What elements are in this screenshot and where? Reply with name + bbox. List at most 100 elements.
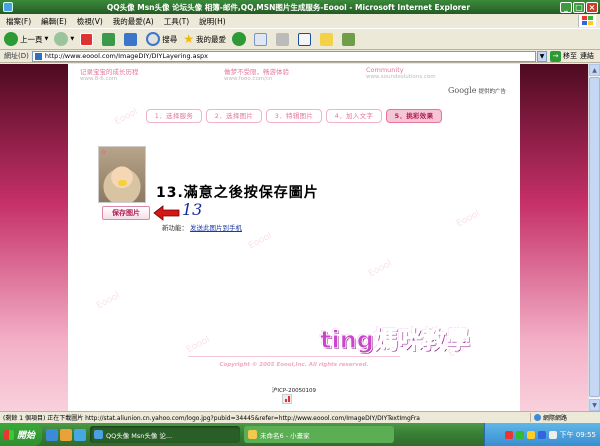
browser-viewport: 记录宝宝的成长历程 www.8-6.com 做梦不受限，畅游体验 www.foo… (0, 64, 588, 411)
forward-button[interactable]: ▼ (54, 32, 74, 46)
search-button[interactable]: 搜尋 (146, 32, 177, 46)
top-ad-link[interactable]: Community www.soundsolutions.com (366, 66, 436, 80)
scroll-thumb[interactable] (589, 77, 600, 397)
right-background (520, 64, 588, 411)
favorites-button[interactable]: ★ 我的最愛 (183, 32, 226, 46)
maximize-button[interactable]: □ (573, 1, 585, 13)
close-button[interactable]: × (586, 1, 598, 13)
go-button[interactable]: → 移至 (550, 50, 577, 62)
menu-file[interactable]: 檔案(F) (6, 16, 31, 27)
start-label: 開始 (17, 431, 36, 441)
print-button[interactable] (275, 32, 292, 46)
paint-icon (248, 430, 257, 439)
menu-help[interactable]: 說明(H) (199, 16, 226, 27)
top-ad-link[interactable]: 记录宝宝的成长历程 www.8-6.com (80, 66, 139, 82)
messenger-icon (341, 32, 355, 46)
address-dropdown[interactable]: ▼ (537, 50, 547, 62)
save-image-button[interactable]: 保存图片 (102, 206, 150, 220)
search-icon (146, 32, 161, 46)
watermark: Eoool (367, 258, 394, 280)
status-text: (剩餘 1 個項目) 正在下載圖片 http://stat.aliunion.c… (3, 415, 420, 422)
step-tabs: 1．选择服务 2．选择图片 3．特辑图片 4．加入文字 5．挑彩效果 (146, 109, 442, 123)
ad-url: www.fooo.com/cn (224, 76, 273, 82)
scroll-up-button[interactable]: ▲ (589, 64, 600, 76)
ie-quicklaunch-icon[interactable] (46, 428, 58, 441)
back-arrow-icon (4, 32, 18, 46)
home-button[interactable] (124, 32, 140, 46)
start-button[interactable]: 開始 (0, 423, 42, 446)
top-ad-link[interactable]: 做梦不受限，畅游体验 www.fooo.com/cn (224, 66, 289, 82)
stop-button[interactable] (80, 32, 96, 46)
window-controls: _ □ × (560, 1, 598, 13)
stats-counter-icon[interactable] (282, 394, 292, 404)
vertical-scrollbar[interactable]: ▲ ▼ (588, 64, 600, 411)
clock[interactable]: 下午 09:55 (560, 430, 596, 440)
volume-icon[interactable] (548, 430, 557, 439)
security-zone: 網際網路 (530, 413, 600, 422)
tray-icon[interactable] (504, 430, 513, 439)
step-tab-active[interactable]: 5．挑彩效果 (386, 109, 442, 123)
quick-launch (46, 428, 86, 441)
ad-title: 做梦不受限，畅游体验 (224, 68, 289, 76)
minimize-button[interactable]: _ (560, 1, 572, 13)
tray-icon[interactable] (526, 430, 535, 439)
history-icon (231, 32, 246, 46)
history-button[interactable] (231, 32, 248, 46)
status-bar: (剩餘 1 個項目) 正在下載圖片 http://stat.aliunion.c… (0, 411, 600, 423)
system-tray: 下午 09:55 (484, 423, 600, 446)
ad-url: www.8-6.com (80, 76, 118, 82)
ad-url: www.soundsolutions.com (366, 74, 436, 80)
icp-number[interactable]: 沪ICP-20050109 (68, 386, 520, 394)
menu-bar: 檔案(F) 編輯(E) 檢視(V) 我的最愛(A) 工具(T) 說明(H) (0, 14, 600, 28)
menu-view[interactable]: 檢視(V) (77, 16, 103, 27)
desktop-quicklaunch-icon[interactable] (74, 428, 86, 441)
taskbar-item-paint[interactable]: 未命名6 - 小畫家 (244, 426, 394, 443)
tray-icon[interactable] (537, 430, 546, 439)
web-page: 记录宝宝的成长历程 www.8-6.com 做梦不受限，畅游体验 www.foo… (68, 64, 520, 411)
links-button[interactable]: 連結 (580, 51, 594, 61)
step-tab[interactable]: 1．选择服务 (146, 109, 202, 123)
address-input[interactable]: http://www.eoool.com/ImageDIY/DIYLayerin… (31, 50, 536, 62)
refresh-button[interactable] (102, 32, 118, 46)
send-to-phone-link[interactable]: 发送此图片到手机 (190, 224, 242, 232)
zone-label: 網際網路 (543, 415, 568, 422)
address-label: 網址(D) (4, 52, 29, 60)
word-icon (297, 32, 311, 46)
tray-icon[interactable] (515, 430, 524, 439)
back-button[interactable]: 上一頁 ▼ (4, 32, 48, 46)
menu-edit[interactable]: 編輯(E) (41, 16, 67, 27)
go-label: 移至 (563, 52, 577, 60)
watermark: Eoool (247, 230, 274, 252)
media-quicklaunch-icon[interactable] (60, 428, 72, 441)
star-icon: ★ (183, 32, 194, 46)
step-tab[interactable]: 4．加入文字 (326, 109, 382, 123)
stop-icon (80, 32, 94, 46)
taskbar-item-browser[interactable]: QQ头像 Msn头像 论... (90, 426, 240, 443)
ad-title: Community (366, 66, 404, 74)
messenger-button[interactable] (319, 32, 336, 46)
edit-button[interactable] (297, 32, 314, 46)
back-label: 上一頁 (20, 34, 43, 44)
left-background (0, 64, 68, 411)
folder-icon (319, 32, 333, 46)
instruction-text: 13.滿意之後按保存圖片 (156, 185, 319, 201)
go-arrow-icon: → (550, 50, 561, 62)
mail-button[interactable] (253, 32, 270, 46)
scroll-down-button[interactable]: ▼ (589, 399, 600, 411)
watermark: Eoool (185, 334, 212, 356)
mail-icon (253, 32, 267, 46)
task-label: QQ头像 Msn头像 论... (106, 431, 173, 440)
discuss-button[interactable] (341, 32, 358, 46)
forward-arrow-icon (54, 32, 69, 46)
google-ads-label[interactable]: Google 提供的广告 (448, 86, 506, 95)
watermark: Eoool (455, 208, 482, 230)
handwritten-number: 13 (182, 200, 203, 219)
menu-tools[interactable]: 工具(T) (164, 16, 189, 27)
menu-favorites[interactable]: 我的最愛(A) (113, 16, 154, 27)
step-tab[interactable]: 3．特辑图片 (266, 109, 322, 123)
windows-logo-icon (578, 15, 596, 27)
print-icon (275, 32, 289, 46)
step-tab[interactable]: 2．选择图片 (206, 109, 262, 123)
photo-preview: ✿ (98, 146, 146, 203)
home-icon (124, 32, 138, 46)
